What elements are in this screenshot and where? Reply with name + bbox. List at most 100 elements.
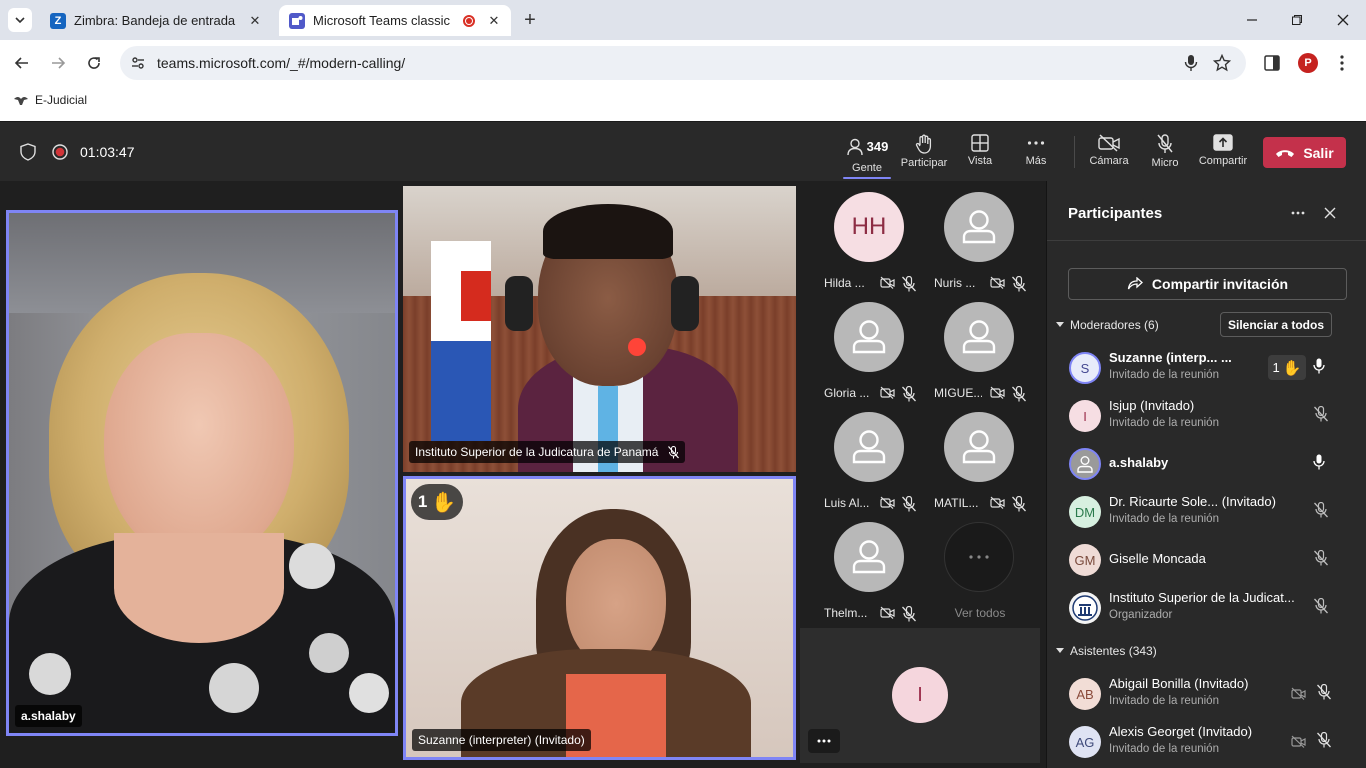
- mute-all-button[interactable]: Silenciar a todos: [1220, 312, 1332, 337]
- back-icon[interactable]: [10, 51, 34, 75]
- self-view-options-button[interactable]: [808, 729, 840, 753]
- tab-search-button[interactable]: [8, 8, 32, 32]
- gallery-participant[interactable]: Gloria ...: [820, 296, 930, 406]
- gallery-participant[interactable]: MATIL...: [930, 406, 1040, 516]
- reload-icon[interactable]: [82, 51, 106, 75]
- mic-status: [1313, 549, 1329, 571]
- close-window-icon[interactable]: [1331, 8, 1355, 32]
- share-invite-label: Compartir invitación: [1151, 276, 1289, 292]
- close-icon[interactable]: ✕: [246, 12, 264, 30]
- see-all-button[interactable]: Ver todos: [930, 516, 1040, 626]
- caret-down-icon: [1056, 322, 1064, 327]
- minimize-icon[interactable]: [1240, 8, 1264, 32]
- mic-off-icon: [902, 496, 916, 512]
- raise-hand-button[interactable]: Participar: [896, 130, 952, 178]
- video-tile-instituto[interactable]: Instituto Superior de la Judicatura de P…: [403, 186, 796, 472]
- raised-hand-badge: 1 ✋: [411, 484, 463, 520]
- participant-avatar: [944, 192, 1014, 262]
- mic-off-icon: [1317, 683, 1331, 700]
- mic-off-icon: [902, 606, 916, 622]
- moderators-section-header[interactable]: Moderadores (6): [1055, 318, 1159, 332]
- video-feed: [9, 213, 395, 733]
- gallery-participant[interactable]: Thelm...: [820, 516, 930, 626]
- mic-off-icon: [1012, 386, 1026, 402]
- section-label: Asistentes (343): [1070, 644, 1157, 658]
- camera-button[interactable]: Cámara: [1081, 130, 1137, 178]
- person-icon: [962, 320, 996, 354]
- camera-off-icon: [880, 496, 895, 509]
- bookmarks-bar: E-Judicial: [0, 86, 1366, 121]
- mic-off-icon: [902, 276, 916, 292]
- active-indicator: [843, 177, 891, 179]
- gallery-participant[interactable]: MIGUE...: [930, 296, 1040, 406]
- video-feed: [403, 186, 796, 472]
- person-icon: [1077, 456, 1093, 473]
- people-button[interactable]: 349 Gente: [839, 130, 895, 179]
- gallery-participant[interactable]: Nuris ...: [930, 186, 1040, 296]
- self-view-tile[interactable]: I: [800, 628, 1040, 763]
- mic-off-icon: [1314, 549, 1328, 566]
- mic-status: [1313, 454, 1325, 475]
- attendee-row[interactable]: AB Abigail Bonilla (Invitado) Invitado de …: [1047, 670, 1366, 718]
- bookmark-star-icon[interactable]: [1213, 54, 1231, 72]
- participant-name: Dr. Ricaurte Sole... (Invitado): [1109, 494, 1276, 509]
- microphone-icon[interactable]: [1184, 54, 1198, 72]
- share-invite-button[interactable]: Compartir invitación: [1068, 268, 1347, 300]
- shield-icon[interactable]: [20, 143, 36, 161]
- participant-role: Invitado de la reunión: [1109, 513, 1219, 525]
- share-button[interactable]: Compartir: [1195, 130, 1251, 178]
- tab-zimbra[interactable]: Z Zimbra: Bandeja de entrada ✕: [40, 5, 272, 36]
- hang-up-icon: [1276, 149, 1295, 157]
- moderator-row[interactable]: DM Dr. Ricaurte Sole... (Invitado) Invitad…: [1047, 488, 1366, 536]
- participant-name: Thelm...: [824, 606, 868, 620]
- view-label: Vista: [967, 155, 993, 167]
- more-icon: [1027, 141, 1045, 145]
- participant-avatar: HH: [834, 192, 904, 262]
- attendees-section-header[interactable]: Asistentes (343): [1055, 644, 1157, 658]
- menu-icon[interactable]: [1340, 54, 1344, 72]
- camera-off-icon: [880, 276, 895, 289]
- url-text[interactable]: teams.microsoft.com/_#/modern-calling/: [157, 55, 405, 71]
- moderator-row[interactable]: Instituto Superior de la Judicat... Organ…: [1047, 584, 1366, 632]
- participate-label: Participar: [900, 157, 948, 169]
- gallery-participant[interactable]: HH Hilda ...: [820, 186, 930, 296]
- site-settings-icon[interactable]: [131, 56, 145, 70]
- restore-icon[interactable]: [1285, 8, 1309, 32]
- more-participants-icon: [944, 522, 1014, 592]
- leave-button[interactable]: Salir: [1263, 137, 1346, 168]
- participant-name: Nuris ...: [934, 276, 976, 290]
- participant-status-icons: [990, 496, 1027, 512]
- moderator-row[interactable]: I Isjup (Invitado) Invitado de la reunión: [1047, 392, 1366, 440]
- more-label: Más: [1025, 155, 1047, 167]
- side-panel-icon[interactable]: [1264, 55, 1280, 71]
- participant-status-icons: [880, 386, 917, 402]
- address-bar[interactable]: teams.microsoft.com/_#/modern-calling/: [120, 46, 1246, 80]
- participant-avatar: [834, 302, 904, 372]
- moderator-row[interactable]: a.shalaby: [1047, 440, 1366, 488]
- more-button[interactable]: Más: [1008, 130, 1064, 178]
- moderator-row[interactable]: S Suzanne (interp... ... Invitado de la re…: [1047, 344, 1366, 392]
- new-tab-button[interactable]: +: [518, 8, 542, 32]
- view-button[interactable]: Vista: [952, 130, 1008, 178]
- participant-avatar: [1069, 448, 1101, 480]
- bookmark-e-judicial[interactable]: E-Judicial: [13, 93, 87, 107]
- gallery-participant[interactable]: Luis Al...: [820, 406, 930, 516]
- eagle-icon: [14, 97, 28, 105]
- moderator-row[interactable]: GM Giselle Moncada: [1047, 536, 1366, 584]
- tab-teams[interactable]: Microsoft Teams classic ✕: [279, 5, 511, 36]
- bookmark-label: E-Judicial: [35, 93, 88, 107]
- tile-name-badge: a.shalaby: [15, 705, 82, 727]
- more-options-icon[interactable]: [1291, 211, 1305, 215]
- mic-button[interactable]: Micro: [1137, 130, 1193, 178]
- video-tile-a-shalaby[interactable]: a.shalaby: [6, 210, 398, 736]
- mic-status: [1313, 358, 1325, 379]
- profile-avatar[interactable]: P: [1298, 53, 1318, 73]
- browser-toolbar: teams.microsoft.com/_#/modern-calling/ P: [0, 40, 1366, 86]
- forward-icon[interactable]: [46, 51, 70, 75]
- close-icon[interactable]: ✕: [485, 12, 503, 30]
- recording-indicator-icon: [463, 14, 475, 27]
- attendee-row[interactable]: AG Alexis Georget (Invitado) Invitado de l…: [1047, 718, 1366, 766]
- close-icon[interactable]: [1324, 207, 1336, 219]
- tab-title: Microsoft Teams classic: [313, 13, 451, 28]
- video-tile-suzanne[interactable]: 1 ✋ Suzanne (interpreter) (Invitado): [403, 476, 796, 760]
